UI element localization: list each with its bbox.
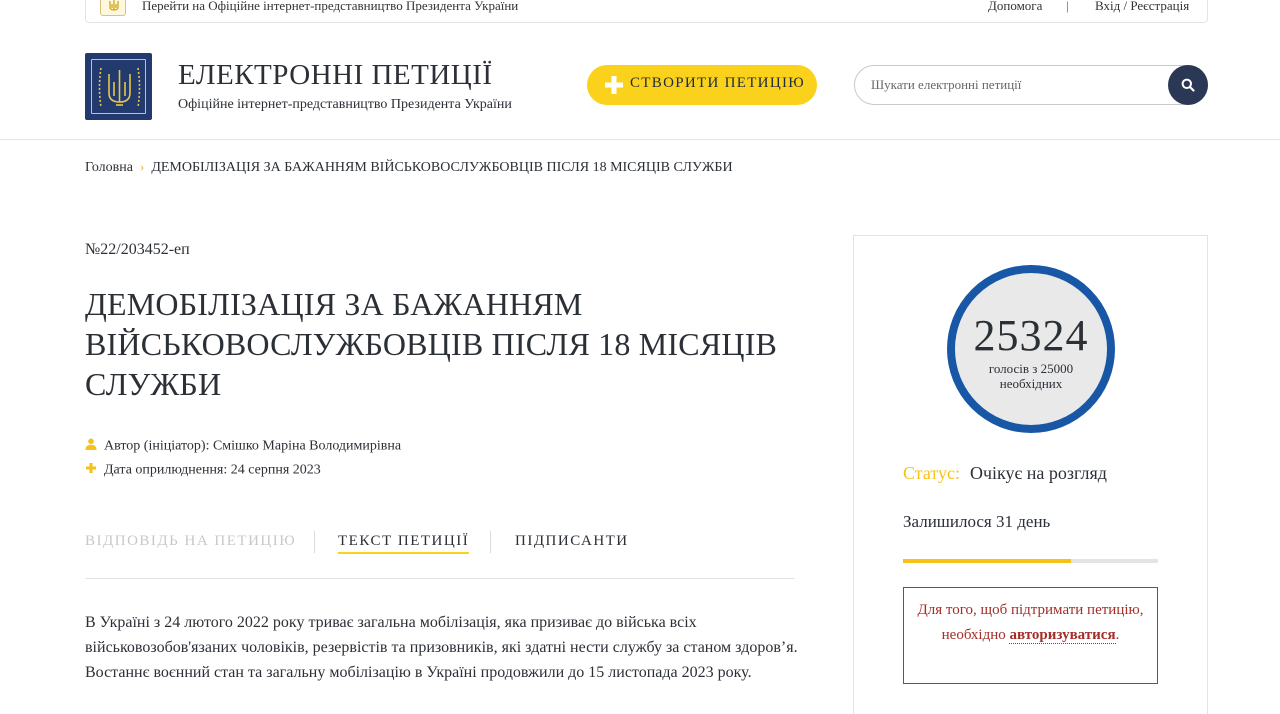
progress-fill — [903, 559, 1072, 563]
tab-divider — [490, 531, 491, 553]
petition-body-text: В Україні з 24 лютого 2022 року триває з… — [85, 614, 798, 681]
petition-author: Автор (ініціатор): Смішко Маріна Володим… — [85, 438, 401, 455]
date-text: Дата оприлюднення: 24 серпня 2023 — [104, 462, 321, 478]
author-text: Автор (ініціатор): Смішко Маріна Володим… — [104, 438, 402, 454]
trident-emblem-icon[interactable] — [100, 0, 126, 16]
tab-answer[interactable]: ВІДПОВІДЬ НА ПЕТИЦІЮ — [85, 533, 296, 550]
breadcrumb-home-link[interactable]: Головна — [85, 160, 133, 175]
login-register-link[interactable]: Вхід / Реєстрація — [1095, 0, 1189, 14]
petition-date: Дата оприлюднення: 24 серпня 2023 — [85, 462, 321, 479]
site-logo[interactable] — [85, 53, 152, 120]
auth-link[interactable]: авторизуватися — [1009, 627, 1116, 644]
tab-divider — [314, 531, 315, 553]
petition-title: ДЕМОБІЛІЗАЦІЯ ЗА БАЖАННЯМ ВІЙСЬКОВОСЛУЖБ… — [85, 286, 778, 402]
plus-icon — [85, 462, 99, 479]
search-icon — [1181, 78, 1195, 92]
petition-sidebar: 25324 голосів з 25000 необхідних Статус:… — [853, 235, 1208, 714]
plus-icon — [603, 74, 625, 101]
user-icon — [85, 438, 99, 455]
create-petition-label: СТВОРИТИ ПЕТИЦІЮ — [630, 75, 805, 91]
chevron-right-icon: › — [139, 159, 145, 174]
petition-status: Статус: Очікує на розгляд — [903, 463, 1107, 484]
votes-count: 25324 — [973, 311, 1089, 360]
top-bar: Перейти на Офіційне інтернет-представниц… — [85, 0, 1208, 23]
office-site-link[interactable]: Перейти на Офіційне інтернет-представниц… — [142, 0, 518, 14]
votes-caption: голосів з 25000 необхідних — [988, 361, 1074, 391]
auth-notice: Для того, щоб підтримати петицію, необхі… — [903, 587, 1158, 684]
votes-counter: 25324 голосів з 25000 необхідних — [947, 265, 1115, 433]
site-title: ЕЛЕКТРОННІ ПЕТИЦІЇ — [178, 59, 493, 91]
progress-bar — [903, 559, 1158, 563]
status-label: Статус: — [903, 463, 960, 483]
tab-petition-text[interactable]: ТЕКСТ ПЕТИЦІЇ — [338, 533, 470, 554]
breadcrumb-current: ДЕМОБІЛІЗАЦІЯ ЗА БАЖАННЯМ ВІЙСЬКОВОСЛУЖБ… — [151, 160, 733, 175]
petition-number: №22/203452-еп — [85, 241, 190, 258]
search-box — [854, 65, 1208, 105]
tab-signers[interactable]: ПІДПИСАНТИ — [515, 533, 629, 550]
create-petition-button[interactable]: СТВОРИТИ ПЕТИЦІЮ — [587, 65, 817, 105]
status-value: Очікує на розгляд — [970, 463, 1107, 483]
petition-tabs: ВІДПОВІДЬ НА ПЕТИЦІЮ ТЕКСТ ПЕТИЦІЇ ПІДПИ… — [85, 531, 795, 579]
auth-text-end: . — [1115, 627, 1120, 643]
breadcrumb: Головна › ДЕМОБІЛІЗАЦІЯ ЗА БАЖАННЯМ ВІЙСЬК… — [85, 159, 733, 176]
site-subtitle: Офіційне інтернет-представництво Президе… — [178, 97, 512, 112]
days-left: Залишилося 31 день — [903, 512, 1051, 531]
site-header: ЕЛЕКТРОННІ ПЕТИЦІЇ Офіційне інтернет-пре… — [0, 23, 1280, 140]
topbar-separator: | — [1066, 0, 1069, 13]
help-link[interactable]: Допомога — [988, 0, 1042, 14]
search-button[interactable] — [1168, 65, 1208, 105]
search-input[interactable] — [871, 75, 1161, 95]
trident-emblem-icon — [91, 59, 146, 114]
